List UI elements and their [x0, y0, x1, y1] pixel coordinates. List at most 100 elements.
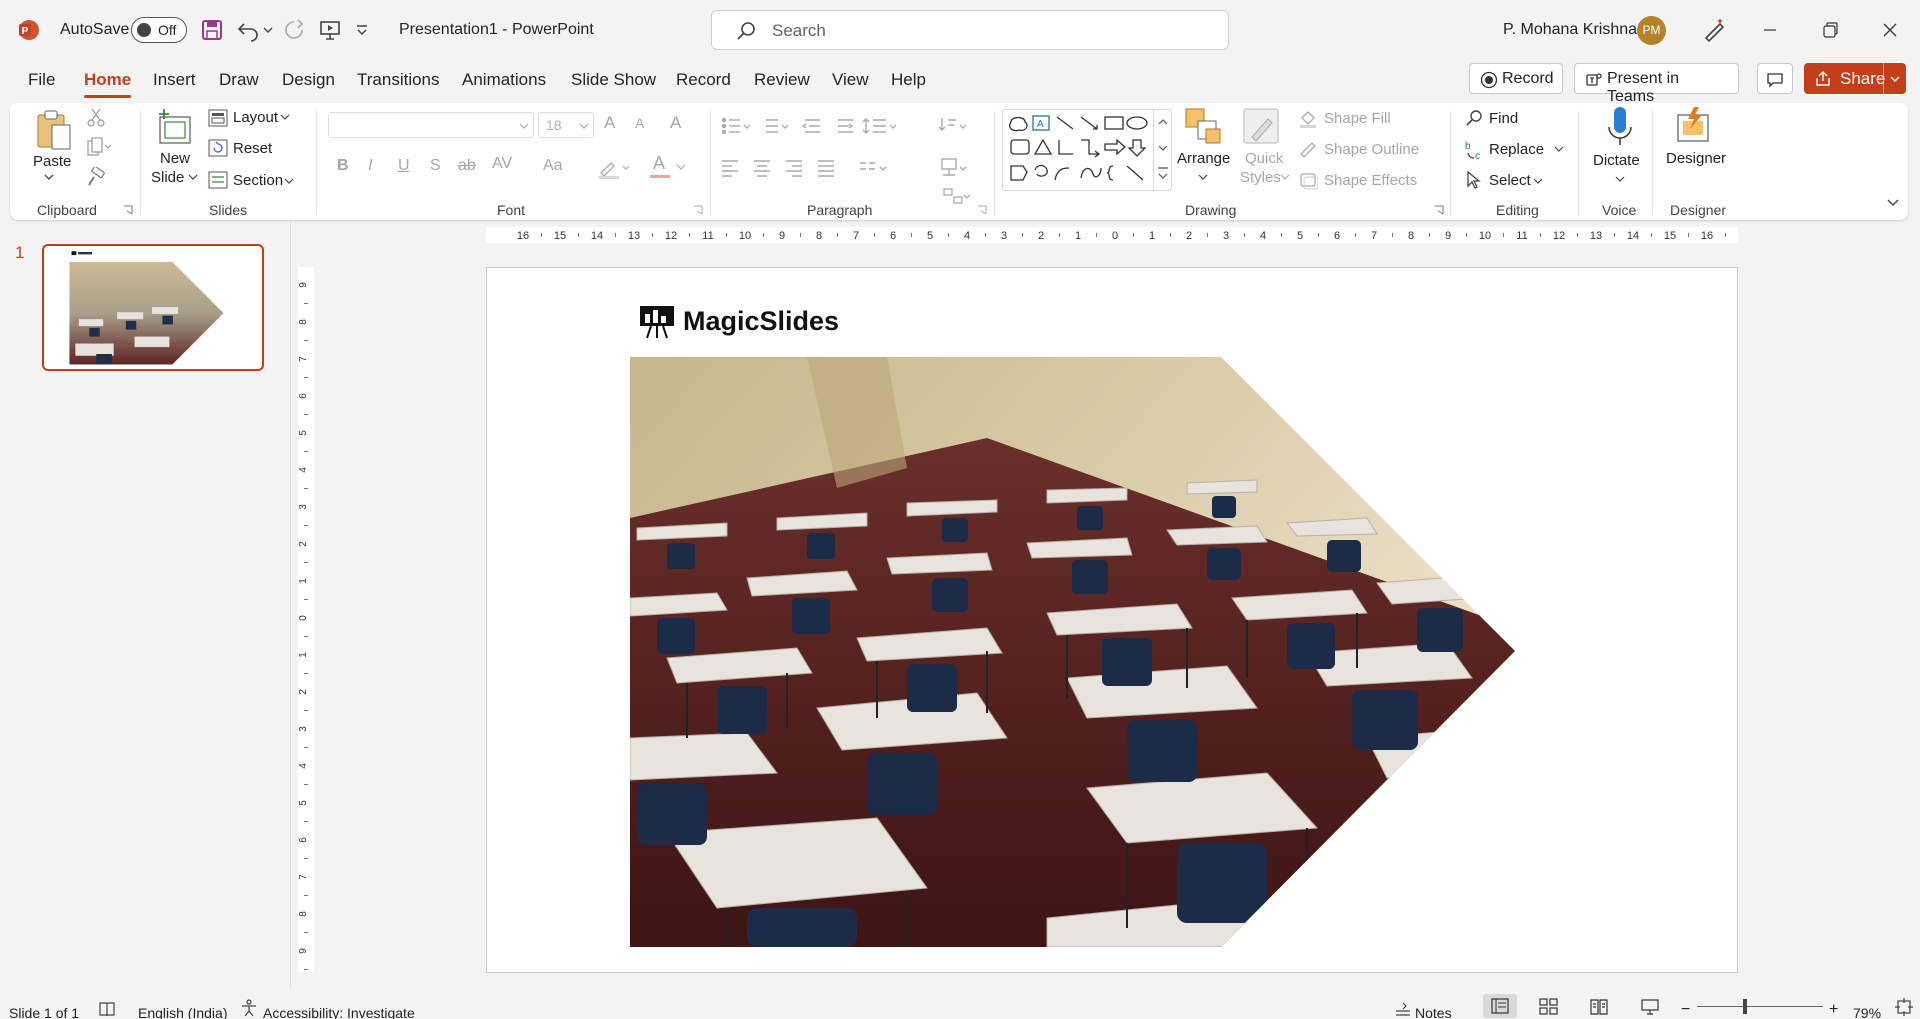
select-icon[interactable] [1464, 170, 1484, 190]
notes-icon[interactable] [1394, 999, 1412, 1017]
chevron-down-icon[interactable] [1615, 175, 1625, 183]
dialog-launcher-icon[interactable] [977, 205, 987, 215]
dialog-launcher-icon[interactable] [123, 205, 133, 215]
paragraph-bottom-row-icons[interactable] [720, 157, 970, 179]
tab-animations[interactable]: Animations [462, 70, 546, 90]
character-spacing-button[interactable]: AV [492, 155, 512, 173]
zoom-level[interactable]: 79% [1853, 1005, 1881, 1019]
copilot-pen-icon[interactable] [1700, 16, 1728, 44]
replace-icon[interactable]: bc [1464, 139, 1486, 161]
italic-button[interactable]: I [368, 157, 372, 175]
text-shadow-button[interactable]: S [430, 157, 441, 175]
shape-effects-label[interactable]: Shape Effects [1324, 172, 1417, 189]
chevron-down-icon[interactable] [1554, 145, 1564, 153]
strikethrough-button[interactable]: ab [458, 157, 476, 175]
new-slide-label-1[interactable]: New [160, 150, 190, 167]
underline-button[interactable]: U [398, 157, 410, 175]
paste-icon[interactable] [34, 107, 74, 153]
highlight-color-icon[interactable] [598, 157, 632, 179]
collapse-ribbon-icon[interactable] [1886, 197, 1900, 207]
spell-check-icon[interactable] [98, 1000, 116, 1018]
arrange-icon[interactable] [1184, 107, 1222, 147]
customize-toolbar-icon[interactable] [354, 18, 370, 42]
record-button[interactable]: Record [1469, 63, 1563, 94]
chevron-down-icon[interactable] [1280, 173, 1290, 181]
find-icon[interactable] [1464, 108, 1484, 128]
fit-to-window-icon[interactable] [1895, 998, 1913, 1016]
tab-view[interactable]: View [832, 70, 869, 90]
autosave-toggle[interactable]: Off [131, 17, 187, 43]
undo-icon[interactable] [236, 18, 260, 42]
shape-outline-icon[interactable] [1298, 139, 1318, 159]
shapes-gallery[interactable]: A [1002, 109, 1172, 191]
chevron-down-icon[interactable] [1533, 177, 1543, 185]
tab-help[interactable]: Help [891, 70, 926, 90]
slide-canvas[interactable]: MagicSlides [486, 267, 1738, 973]
chevron-down-icon[interactable] [1198, 173, 1208, 181]
chevron-down-icon[interactable] [1889, 70, 1901, 88]
paste-dropdown-icon[interactable] [43, 173, 55, 183]
font-size-combo[interactable]: 18 [538, 112, 594, 138]
chevron-down-icon[interactable] [188, 173, 198, 181]
tab-record[interactable]: Record [676, 70, 731, 90]
dialog-launcher-icon[interactable] [1434, 205, 1444, 215]
tab-review[interactable]: Review [754, 70, 810, 90]
slide-show-icon[interactable] [1640, 998, 1660, 1016]
microphone-icon[interactable] [1605, 105, 1635, 149]
slide-sorter-icon[interactable] [1539, 998, 1559, 1016]
arrange-label[interactable]: Arrange [1177, 150, 1230, 167]
shapes-gallery-icons[interactable]: A [1007, 114, 1151, 186]
font-color-button[interactable]: A [653, 153, 665, 174]
redo-icon[interactable] [282, 18, 306, 42]
search-box[interactable]: Search [711, 10, 1229, 50]
tab-draw[interactable]: Draw [219, 70, 259, 90]
shape-fill-icon[interactable] [1298, 108, 1318, 128]
save-icon[interactable] [200, 18, 224, 42]
section-icon[interactable] [208, 171, 228, 189]
comments-button[interactable] [1757, 63, 1793, 94]
accessibility-icon[interactable] [240, 999, 258, 1017]
zoom-out-button[interactable]: − [1681, 1001, 1690, 1019]
replace-label[interactable]: Replace [1489, 141, 1544, 158]
designer-icon[interactable] [1674, 105, 1714, 145]
quick-styles-label-1[interactable]: Quick [1245, 150, 1283, 167]
present-from-start-icon[interactable] [318, 18, 342, 42]
find-label[interactable]: Find [1489, 110, 1518, 127]
new-slide-icon[interactable] [156, 107, 194, 147]
dictate-label[interactable]: Dictate [1593, 152, 1640, 169]
select-label[interactable]: Select [1489, 172, 1531, 189]
user-name[interactable]: P. Mohana Krishna [1503, 21, 1637, 39]
zoom-in-button[interactable]: + [1829, 1001, 1838, 1019]
grow-font-button[interactable]: A [604, 113, 615, 133]
bold-button[interactable]: B [337, 157, 349, 175]
close-icon[interactable] [1876, 16, 1904, 44]
zoom-slider-thumb[interactable] [1743, 999, 1747, 1014]
reset-icon[interactable] [208, 139, 228, 157]
clear-formatting-button[interactable]: A [670, 113, 681, 133]
tab-home[interactable]: Home [84, 70, 131, 90]
layout-icon[interactable] [208, 109, 228, 127]
zoom-slider-track[interactable] [1697, 1006, 1823, 1007]
chevron-down-icon[interactable] [280, 113, 290, 121]
reset-label[interactable]: Reset [233, 140, 272, 157]
gallery-scroll[interactable] [1153, 110, 1171, 190]
format-painter-icon[interactable] [86, 167, 108, 187]
user-avatar[interactable]: PM [1637, 16, 1666, 45]
minimize-icon[interactable] [1756, 16, 1784, 44]
shape-fill-label[interactable]: Shape Fill [1324, 110, 1391, 127]
quick-styles-icon[interactable] [1242, 107, 1282, 147]
tab-file[interactable]: File [28, 70, 55, 90]
dialog-launcher-icon[interactable] [693, 205, 703, 215]
designer-label[interactable]: Designer [1666, 150, 1726, 167]
new-slide-label-2[interactable]: Slide [151, 169, 184, 186]
shrink-font-button[interactable]: A [635, 115, 644, 131]
slide-thumbnail[interactable] [42, 244, 264, 371]
tab-insert[interactable]: Insert [153, 70, 196, 90]
share-button[interactable]: Share [1804, 63, 1906, 94]
cut-icon[interactable] [86, 107, 106, 127]
quick-styles-label-2[interactable]: Styles [1240, 169, 1281, 186]
vertical-ruler[interactable]: 9 8 7 6 5 4 3 2 1 0 1 2 3 4 5 6 7 8 9 [298, 267, 314, 972]
restore-icon[interactable] [1816, 16, 1844, 44]
section-label[interactable]: Section [233, 172, 283, 189]
paste-label[interactable]: Paste [33, 153, 71, 170]
